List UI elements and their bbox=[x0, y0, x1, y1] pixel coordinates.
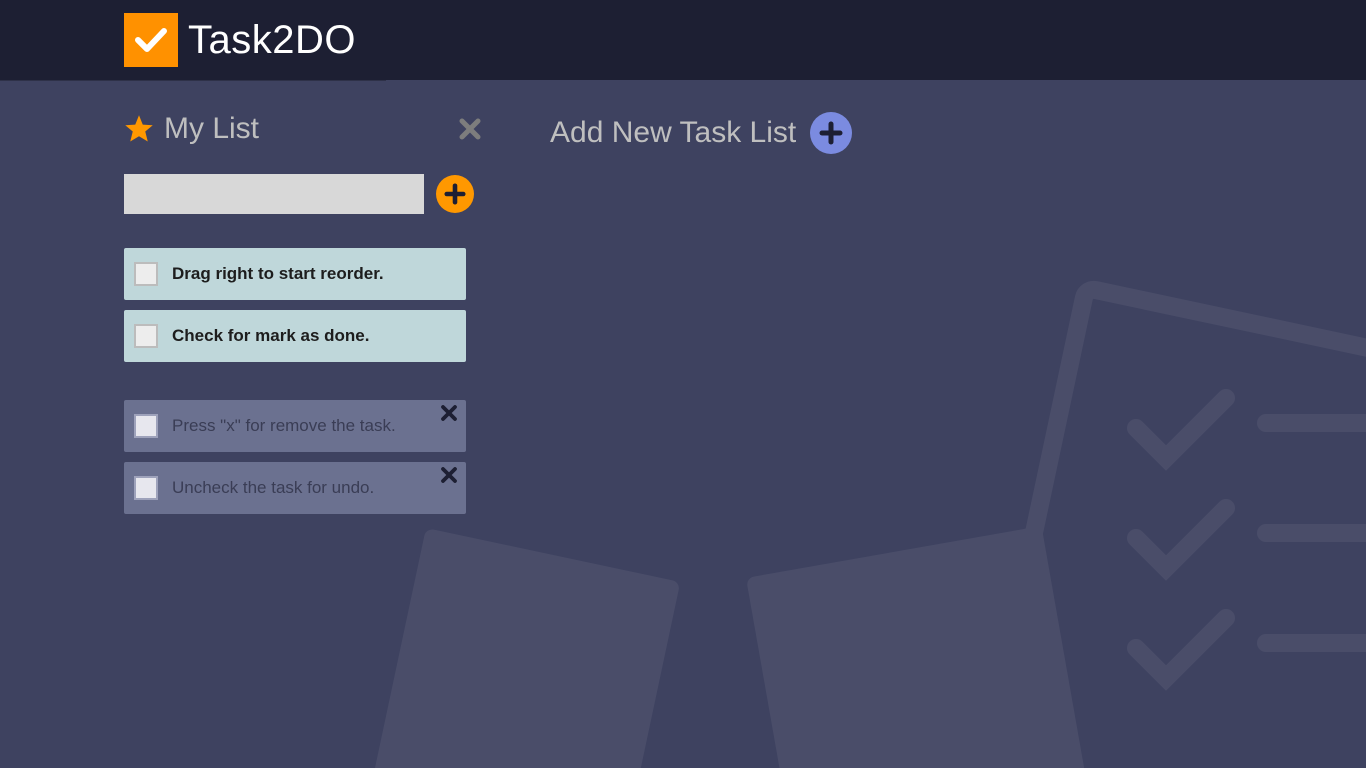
task-checkbox[interactable] bbox=[134, 414, 158, 438]
plus-icon bbox=[819, 121, 843, 145]
task-item[interactable]: Check for mark as done. bbox=[124, 310, 466, 362]
brand-logo bbox=[124, 13, 178, 67]
brand-word-1: Task bbox=[188, 18, 272, 62]
add-list-label: Add New Task List bbox=[550, 116, 796, 150]
workspace: My List Drag right to start reorder. bbox=[0, 80, 1366, 768]
task-label: Drag right to start reorder. bbox=[172, 264, 384, 284]
task-list: My List Drag right to start reorder. bbox=[124, 80, 484, 524]
check-icon bbox=[133, 22, 169, 58]
task-checkbox[interactable] bbox=[134, 324, 158, 348]
top-bar: Task2DO bbox=[0, 0, 1366, 80]
add-task-button[interactable] bbox=[436, 175, 474, 213]
close-icon bbox=[440, 404, 458, 422]
close-icon bbox=[440, 466, 458, 484]
task-item-done[interactable]: Press "x" for remove the task. bbox=[124, 400, 466, 452]
brand-word-2: 2 bbox=[272, 18, 295, 62]
brand-name: Task2DO bbox=[188, 18, 356, 63]
star-icon bbox=[124, 114, 154, 144]
add-list-button[interactable] bbox=[810, 112, 852, 154]
task-label: Press "x" for remove the task. bbox=[172, 416, 396, 436]
delete-list-button[interactable] bbox=[456, 115, 484, 143]
add-task-row bbox=[124, 174, 484, 214]
task-label: Check for mark as done. bbox=[172, 326, 369, 346]
plus-icon bbox=[444, 183, 466, 205]
brand: Task2DO bbox=[0, 0, 386, 80]
task-checkbox[interactable] bbox=[134, 262, 158, 286]
brand-word-3: DO bbox=[295, 18, 356, 62]
task-label: Uncheck the task for undo. bbox=[172, 478, 374, 498]
list-title: My List bbox=[164, 112, 259, 146]
remove-task-button[interactable] bbox=[440, 466, 460, 486]
task-item-done[interactable]: Uncheck the task for undo. bbox=[124, 462, 466, 514]
remove-task-button[interactable] bbox=[440, 404, 460, 424]
close-icon bbox=[458, 117, 482, 141]
task-item[interactable]: Drag right to start reorder. bbox=[124, 248, 466, 300]
list-header: My List bbox=[124, 112, 484, 146]
task-checkbox[interactable] bbox=[134, 476, 158, 500]
new-task-input[interactable] bbox=[124, 174, 424, 214]
add-list-area: Add New Task List bbox=[550, 80, 852, 154]
